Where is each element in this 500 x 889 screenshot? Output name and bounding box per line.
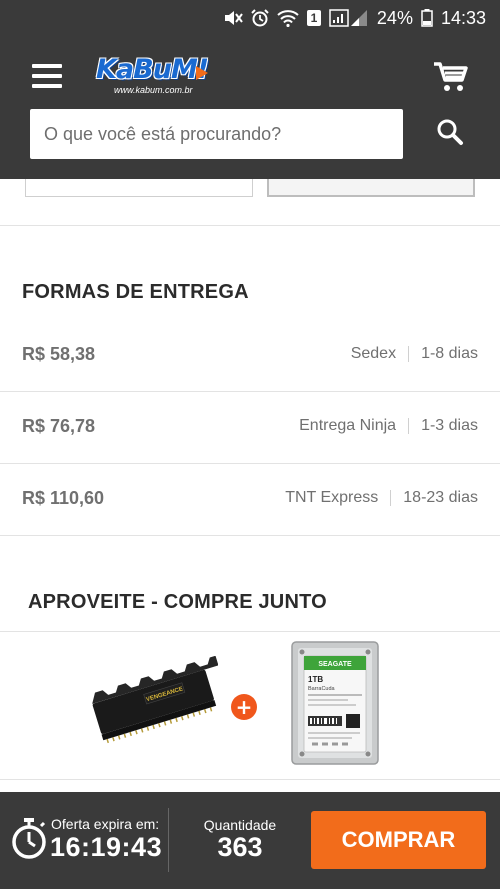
status-time: 14:33 <box>440 7 486 28</box>
shipping-price: R$ 58,38 <box>22 344 96 364</box>
hdd-brand: SEAGATE <box>318 661 352 668</box>
shipping-option[interactable]: R$ 110,60 TNT Express 18-23 dias <box>0 464 500 536</box>
shipping-separator <box>408 346 410 362</box>
shipping-separator <box>408 418 410 434</box>
partial-card-right[interactable] <box>267 179 475 197</box>
shipping-option[interactable]: R$ 76,78 Entrega Ninja 1-3 dias <box>0 392 500 464</box>
shipping-time: 18-23 dias <box>403 489 478 506</box>
cart-icon[interactable] <box>432 60 468 94</box>
shipping-info: TNT Express 18-23 dias <box>285 489 478 507</box>
logo-text: KaBuM! <box>96 54 209 85</box>
delivery-title: FORMAS DE ENTREGA <box>22 281 249 303</box>
shipping-price: R$ 76,78 <box>22 416 96 436</box>
shipping-option[interactable]: R$ 58,38 Sedex 1-8 dias <box>0 320 500 392</box>
plus-icon: + <box>231 694 257 720</box>
alarm-icon <box>251 9 269 27</box>
partial-card-left[interactable] <box>25 179 253 197</box>
header: KaBuM! www.kabum.com.br <box>0 36 500 179</box>
section-divider <box>0 225 500 226</box>
hdd-capacity: 1TB <box>308 675 323 684</box>
mute-icon <box>223 9 243 27</box>
buy-button[interactable]: COMPRAR <box>311 811 486 869</box>
offer-expiry-label: Oferta expira em: <box>51 816 160 832</box>
shipping-price: R$ 110,60 <box>22 488 105 508</box>
status-bar: 1 24% 14:33 <box>0 0 500 36</box>
kabum-logo[interactable]: KaBuM! www.kabum.com.br <box>96 54 210 98</box>
battery-icon <box>421 9 433 27</box>
bottom-bar: Oferta expira em: 16:19:43 Quantidade 36… <box>0 792 500 889</box>
buy-together-products: VENGEANCE + SEAGATE 1TB BarraCuda <box>0 632 500 782</box>
shipping-time: 1-3 dias <box>421 417 478 434</box>
logo-subtext: www.kabum.com.br <box>114 85 193 95</box>
shipping-carrier: TNT Express <box>285 489 379 506</box>
search-box[interactable] <box>30 109 403 159</box>
hdd-line: BarraCuda <box>308 686 336 692</box>
buy-together-title: APROVEITE - COMPRE JUNTO <box>28 591 327 613</box>
row-divider <box>0 535 500 536</box>
logo-arrow-icon <box>196 66 208 80</box>
bottom-bar-divider <box>168 808 169 872</box>
signal-icon <box>329 9 369 27</box>
shipping-carrier: Sedex <box>350 345 397 362</box>
stopwatch-icon <box>10 817 48 859</box>
offer-countdown: 16:19:43 <box>50 832 163 862</box>
shipping-carrier: Entrega Ninja <box>299 417 397 434</box>
hdd-product-image[interactable]: SEAGATE 1TB BarraCuda <box>290 640 380 766</box>
ram-product-image[interactable]: VENGEANCE <box>88 656 218 746</box>
quantity-value: 363 <box>217 832 263 862</box>
wifi-icon <box>277 9 299 27</box>
app-screen: 1 24% 14:33 KaBuM! www.kabum.com.br O qu… <box>0 0 500 889</box>
shipping-time: 1-8 dias <box>421 345 478 362</box>
sim-badge-icon: 1 <box>306 10 321 26</box>
shipping-info: Sedex 1-8 dias <box>351 345 478 363</box>
section-divider <box>0 779 500 780</box>
shipping-info: Entrega Ninja 1-3 dias <box>299 417 478 435</box>
menu-icon[interactable] <box>32 64 62 88</box>
battery-percent: 24% <box>376 7 413 28</box>
shipping-separator <box>390 490 392 506</box>
search-icon[interactable] <box>436 118 464 146</box>
quantity-label: Quantidade <box>203 817 277 833</box>
search-input[interactable] <box>44 123 403 145</box>
